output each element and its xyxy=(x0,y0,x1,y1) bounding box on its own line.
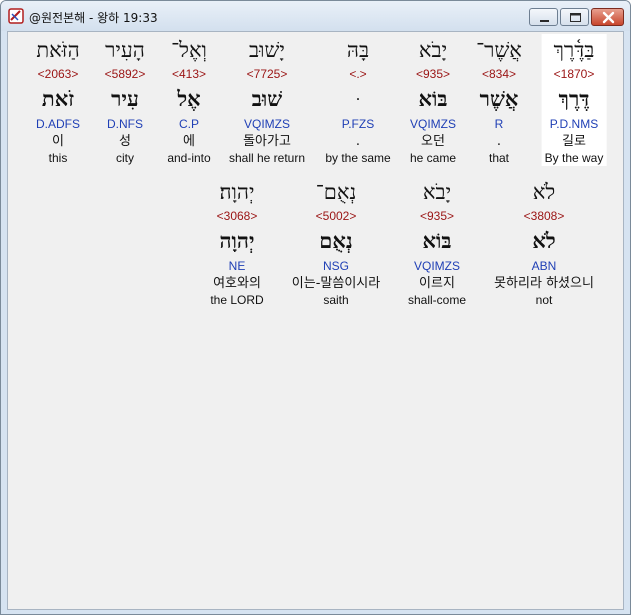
english-gloss: city xyxy=(116,151,134,165)
close-icon xyxy=(602,11,615,24)
hebrew-root: יְהוָה xyxy=(219,228,255,253)
morph-code[interactable]: NSG xyxy=(292,257,380,275)
morph-code[interactable]: R xyxy=(476,115,522,133)
word-column[interactable]: יָשׁוּב <7725> שׁוּב VQIMZS 돌아가고 shall h… xyxy=(229,34,305,166)
morph-code[interactable]: P.D.NMS xyxy=(545,115,604,133)
maximize-button[interactable] xyxy=(560,8,589,26)
hebrew-text: וְאֶל־ xyxy=(171,38,207,62)
strong-number[interactable]: <.> xyxy=(325,66,390,83)
word-column[interactable]: אֲשֶׁר־ <834> אֲשֶׁר R . that xyxy=(476,34,522,166)
strong-number[interactable]: <935> xyxy=(408,208,466,225)
hebrew-text: אֲשֶׁר־ xyxy=(476,38,522,62)
morph-code[interactable]: VQIMZS xyxy=(410,115,456,133)
hebrew-text: הָעִיר xyxy=(105,38,145,62)
hebrew-root: אֲשֶׁר xyxy=(479,86,519,111)
english-gloss: shall-come xyxy=(407,293,467,307)
english-gloss: that xyxy=(488,151,510,165)
morph-code[interactable]: NE xyxy=(210,257,263,275)
hebrew-root: שׁוּב xyxy=(251,86,283,111)
strong-number[interactable]: <413> xyxy=(167,66,210,83)
english-gloss: not xyxy=(535,293,553,307)
window-title: @원전본해 - 왕하 19:33 xyxy=(29,11,158,25)
english-gloss: he came xyxy=(409,151,457,165)
hebrew-root: נְאֻם xyxy=(319,228,353,253)
strong-number[interactable]: <3068> xyxy=(210,208,263,225)
korean-gloss: 돌아가고 xyxy=(243,134,291,149)
word-column[interactable]: בָּהּ <.> ּ P.FZS . by the same xyxy=(325,34,390,166)
korean-gloss: 이는-말씀이시라 xyxy=(291,276,381,291)
korean-gloss: 이 xyxy=(52,134,64,149)
korean-gloss: 오던 xyxy=(421,134,445,149)
word-column[interactable]: לֹא <3808> לֹא ABN 못하리라 하셨으니 not xyxy=(494,176,594,308)
english-gloss: this xyxy=(48,151,68,165)
hebrew-root: ּ xyxy=(325,83,390,115)
title-bar[interactable]: @원전본해 - 왕하 19:33 xyxy=(1,1,630,31)
hebrew-text: בָּהּ xyxy=(346,38,370,62)
korean-gloss: . xyxy=(355,134,361,149)
hebrew-root: בּוֹא xyxy=(418,86,448,111)
korean-gloss: 에 xyxy=(183,134,195,149)
morph-code[interactable]: D.ADFS xyxy=(36,115,80,133)
strong-number[interactable]: <834> xyxy=(476,66,522,83)
english-gloss: and-into xyxy=(167,151,211,165)
strong-number[interactable]: <1870> xyxy=(545,66,604,83)
strong-number[interactable]: <935> xyxy=(410,66,456,83)
morph-code[interactable]: C.P xyxy=(167,115,210,133)
korean-gloss: . xyxy=(496,134,502,149)
app-window: @원전본해 - 왕하 19:33 בַּדֶּ֫רֶךְ <1870> דֶּר… xyxy=(0,0,631,615)
hebrew-root: זֹאת xyxy=(41,86,75,111)
korean-gloss: 여호와의 xyxy=(213,276,261,291)
english-gloss: By the way xyxy=(544,151,604,165)
word-column[interactable]: הָעִיר <5892> עִיר D.NFS 성 city xyxy=(105,34,146,166)
korean-gloss: 못하리라 하셨으니 xyxy=(494,276,594,291)
hebrew-root: אֶל xyxy=(177,86,201,111)
hebrew-text: יָבֹא xyxy=(422,180,452,204)
korean-gloss: 성 xyxy=(119,134,131,149)
strong-number[interactable]: <7725> xyxy=(229,66,305,83)
english-gloss: the LORD xyxy=(210,293,264,307)
minimize-button[interactable] xyxy=(529,8,558,26)
maximize-icon xyxy=(570,13,581,22)
morph-code[interactable]: ABN xyxy=(494,257,594,275)
word-column[interactable]: נְאֻם־ <5002> נְאֻם NSG 이는-말씀이시라 saith xyxy=(292,176,380,308)
english-gloss: saith xyxy=(323,293,349,307)
english-gloss: by the same xyxy=(325,151,391,165)
strong-number[interactable]: <3808> xyxy=(494,208,594,225)
verse-row: לֹא <3808> לֹא ABN 못하리라 하셨으니 not יָבֹא <… xyxy=(8,176,623,308)
hebrew-text: לֹא xyxy=(532,180,556,204)
morph-code[interactable]: D.NFS xyxy=(105,115,146,133)
hebrew-text: נְאֻם־ xyxy=(315,180,357,204)
hebrew-text: הַזֹּאת xyxy=(36,38,80,62)
hebrew-root: בּוֹא xyxy=(422,228,452,253)
app-logo-icon xyxy=(8,8,24,24)
morph-code[interactable]: VQIMZS xyxy=(408,257,466,275)
word-column[interactable]: בַּדֶּ֫רֶךְ <1870> דֶּרֶךְ P.D.NMS 길로 By… xyxy=(541,34,607,166)
strong-number[interactable]: <5002> xyxy=(292,208,380,225)
minimize-icon xyxy=(540,20,549,22)
word-column[interactable]: וְאֶל־ <413> אֶל C.P 에 and-into xyxy=(167,34,210,166)
hebrew-root: דֶּרֶךְ xyxy=(558,86,590,111)
korean-gloss: 길로 xyxy=(562,134,586,149)
verse-row: בַּדֶּ֫רֶךְ <1870> דֶּרֶךְ P.D.NMS 길로 By… xyxy=(8,34,623,166)
hebrew-text: יָבֹא xyxy=(418,38,448,62)
english-gloss: shall he return xyxy=(228,151,306,165)
close-button[interactable] xyxy=(591,8,624,26)
hebrew-text: יְהוָה׃ xyxy=(219,180,255,204)
korean-gloss: 이르지 xyxy=(419,276,455,291)
morph-code[interactable]: P.FZS xyxy=(325,115,390,133)
interlinear-view: בַּדֶּ֫רֶךְ <1870> דֶּרֶךְ P.D.NMS 길로 By… xyxy=(7,31,624,610)
morph-code[interactable]: VQIMZS xyxy=(229,115,305,133)
word-column[interactable]: יְהוָה׃ <3068> יְהוָה NE 여호와의 the LORD xyxy=(210,176,263,308)
hebrew-text: בַּדֶּ֫רֶךְ xyxy=(553,38,595,62)
word-column[interactable]: הַזֹּאת <2063> זֹאת D.ADFS 이 this xyxy=(36,34,80,166)
strong-number[interactable]: <2063> xyxy=(36,66,80,83)
hebrew-text: יָשׁוּב xyxy=(249,38,285,62)
hebrew-root: עִיר xyxy=(111,86,139,111)
word-column[interactable]: יָבֹא <935> בּוֹא VQIMZS 이르지 shall-come xyxy=(408,176,466,308)
strong-number[interactable]: <5892> xyxy=(105,66,146,83)
hebrew-root: לֹא xyxy=(532,228,556,253)
word-column[interactable]: יָבֹא <935> בּוֹא VQIMZS 오던 he came xyxy=(410,34,456,166)
